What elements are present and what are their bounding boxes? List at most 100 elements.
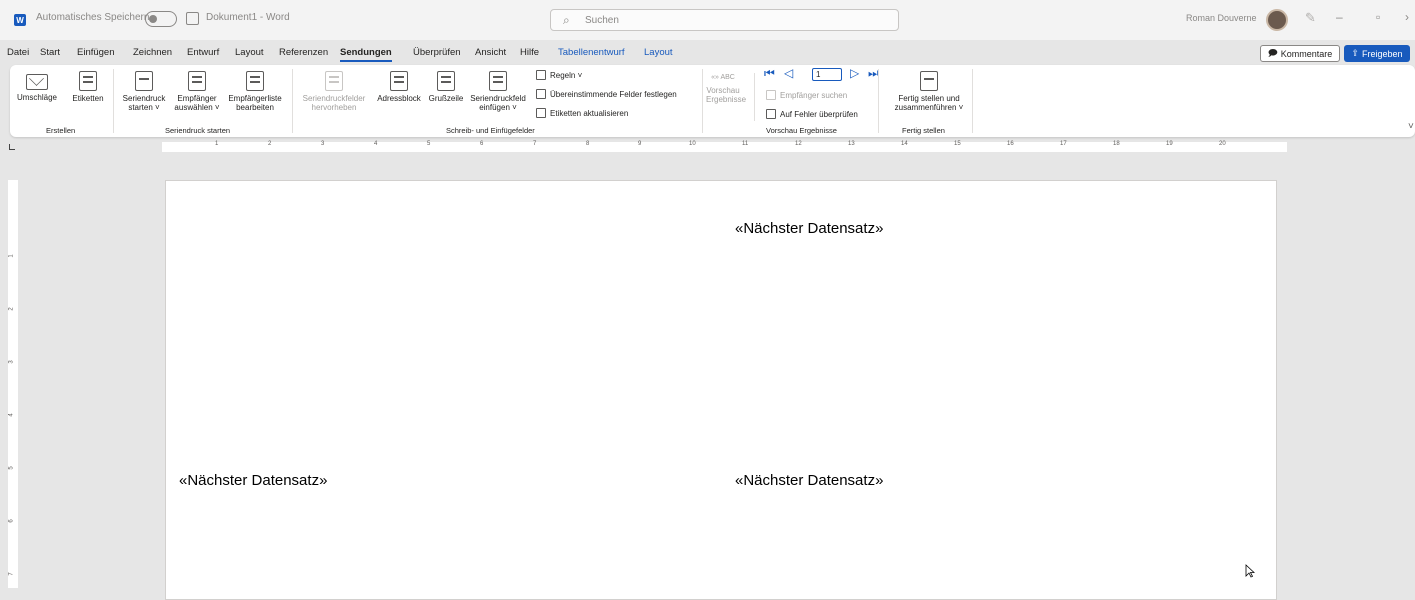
first-record-icon[interactable]: ⏮ [764,66,775,81]
group-separator [878,69,879,133]
vertical-ruler: 1 2 3 4 5 6 7 [8,180,18,588]
update-labels-icon [536,108,546,118]
tab-ueberpruefen[interactable]: Überprüfen [413,47,461,58]
finish-merge-label-2: zusammenführen ˅ [894,103,964,112]
share-icon: ⇪ [1351,48,1359,58]
tab-layout[interactable]: Layout [235,47,264,58]
mail-merge-icon [135,71,153,91]
envelopes-button[interactable]: Umschläge [12,71,62,102]
ruler-number: 17 [1060,141,1067,147]
minimize-icon[interactable]: – [1336,10,1343,24]
ruler-number: 11 [742,141,749,147]
find-recipient-button[interactable]: Empfänger suchen [766,90,847,100]
select-recipients-label-2: auswählen ˅ [174,103,220,112]
tab-sendungen[interactable]: Sendungen [340,47,392,62]
user-name: Roman Douverne [1186,13,1257,23]
tab-ansicht[interactable]: Ansicht [475,47,506,58]
check-errors-label: Auf Fehler überprüfen [780,109,858,119]
tab-selector-icon[interactable] [9,144,15,150]
finish-merge-label-1: Fertig stellen und [898,94,960,103]
tab-start[interactable]: Start [40,47,60,58]
group-separator [702,69,703,133]
abc-icon: «» ABC [711,74,735,81]
preview-results-label-2: Ergebnisse [706,95,747,104]
ruler-number: 5 [427,141,431,147]
start-mail-merge-button[interactable]: Seriendruck starten ˅ [118,71,170,112]
share-button-label: Freigeben [1362,48,1403,59]
ruler-number: 19 [1166,141,1173,147]
next-record-icon[interactable]: ▷ [850,66,859,80]
match-fields-button[interactable]: Übereinstimmende Felder festlegen [536,89,677,99]
group-label-fertig: Fertig stellen [902,126,945,135]
tab-zeichnen[interactable]: Zeichnen [133,47,172,58]
labels-button[interactable]: Etiketten [68,71,108,103]
greeting-line-icon [437,71,455,91]
address-block-button[interactable]: Adressblock [372,71,426,103]
save-icon[interactable] [186,12,199,25]
finish-merge-button[interactable]: Fertig stellen und zusammenführen ˅ [884,71,974,112]
restore-icon[interactable]: ▫ [1376,10,1380,24]
recipients-icon [188,71,206,91]
insert-merge-field-label-2: einfügen ˅ [479,103,517,112]
check-errors-button[interactable]: Auf Fehler überprüfen [766,109,858,119]
highlight-fields-label-1: Seriendruckfelder [302,94,366,103]
document-page[interactable]: «Nächster Datensatz» «Nächster Datensatz… [165,180,1277,600]
select-recipients-button[interactable]: Empfänger auswählen ˅ [172,71,222,112]
menu-bar: Datei Start Einfügen Zeichnen Entwurf La… [0,44,1415,62]
avatar[interactable] [1266,9,1288,31]
vruler-number: 3 [8,360,15,364]
ruler-number: 1 [215,141,219,147]
tab-tabellenentwurf[interactable]: Tabellenentwurf [558,47,625,58]
edit-list-label-2: bearbeiten [236,103,274,112]
chevron-right-icon[interactable]: › [1405,10,1409,24]
insert-merge-field-button[interactable]: Seriendruckfeld einfügen ˅ [466,71,530,112]
comments-button[interactable]: 🗩 Kommentare [1260,45,1340,62]
ruler-number: 18 [1113,141,1120,147]
previous-record-icon[interactable]: ◁ [784,66,793,80]
ruler-number: 10 [689,141,696,147]
envelopes-label: Umschläge [16,93,57,102]
ribbon-collapse-chevron-icon[interactable]: ˅ [1408,121,1414,132]
start-mail-merge-label-2: starten ˅ [128,103,160,112]
rules-button[interactable]: Regeln ˅ [536,70,582,80]
document-title: Dokument1 - Word [206,12,290,23]
autosave-toggle[interactable] [145,11,177,27]
tab-layout-table[interactable]: Layout [644,47,673,58]
ruler-number: 12 [795,141,802,147]
group-separator [113,69,114,133]
rules-label: Regeln ˅ [550,70,583,80]
vruler-number: 4 [8,413,15,417]
find-recipient-icon [766,90,776,100]
tab-referenzen[interactable]: Referenzen [279,47,328,58]
record-number-input[interactable]: 1 [812,68,842,81]
tab-einfuegen[interactable]: Einfügen [77,47,115,58]
merge-field-next-record[interactable]: «Nächster Datensatz» [179,472,327,489]
ruler-number: 20 [1219,141,1226,147]
ruler-number: 6 [480,141,484,147]
ruler-number: 4 [374,141,378,147]
finish-merge-icon [920,71,938,91]
horizontal-ruler: 1 2 3 4 5 6 7 8 9 10 11 12 13 14 15 16 1… [0,140,1415,154]
insert-merge-field-label-1: Seriendruckfeld [470,94,526,103]
tab-entwurf[interactable]: Entwurf [187,47,219,58]
ruler-number: 15 [954,141,961,147]
pen-icon[interactable]: ✎ [1305,10,1316,26]
match-fields-label: Übereinstimmende Felder festlegen [550,89,677,99]
merge-field-next-record[interactable]: «Nächster Datensatz» [735,472,883,489]
preview-results-button[interactable]: «» ABC Vorschau Ergebnisse [706,73,746,104]
search-box[interactable]: ⌕ Suchen [550,9,899,31]
ruler-number: 9 [638,141,642,147]
tab-datei[interactable]: Datei [7,47,29,58]
vruler-number: 5 [8,466,15,470]
edit-recipient-list-button[interactable]: Empfängerliste bearbeiten [224,71,286,112]
tab-hilfe[interactable]: Hilfe [520,47,539,58]
merge-field-next-record[interactable]: «Nächster Datensatz» [735,220,883,237]
greeting-line-button[interactable]: Grußzeile [426,71,466,103]
share-button[interactable]: ⇪ Freigeben [1344,45,1410,62]
labels-icon [79,71,97,91]
merge-field-icon [489,71,507,91]
highlight-fields-button[interactable]: Seriendruckfelder hervorheben [298,71,370,112]
update-labels-button[interactable]: Etiketten aktualisieren [536,108,628,118]
preview-results-label-1: Vorschau [706,86,740,95]
update-labels-label: Etiketten aktualisieren [550,108,629,118]
